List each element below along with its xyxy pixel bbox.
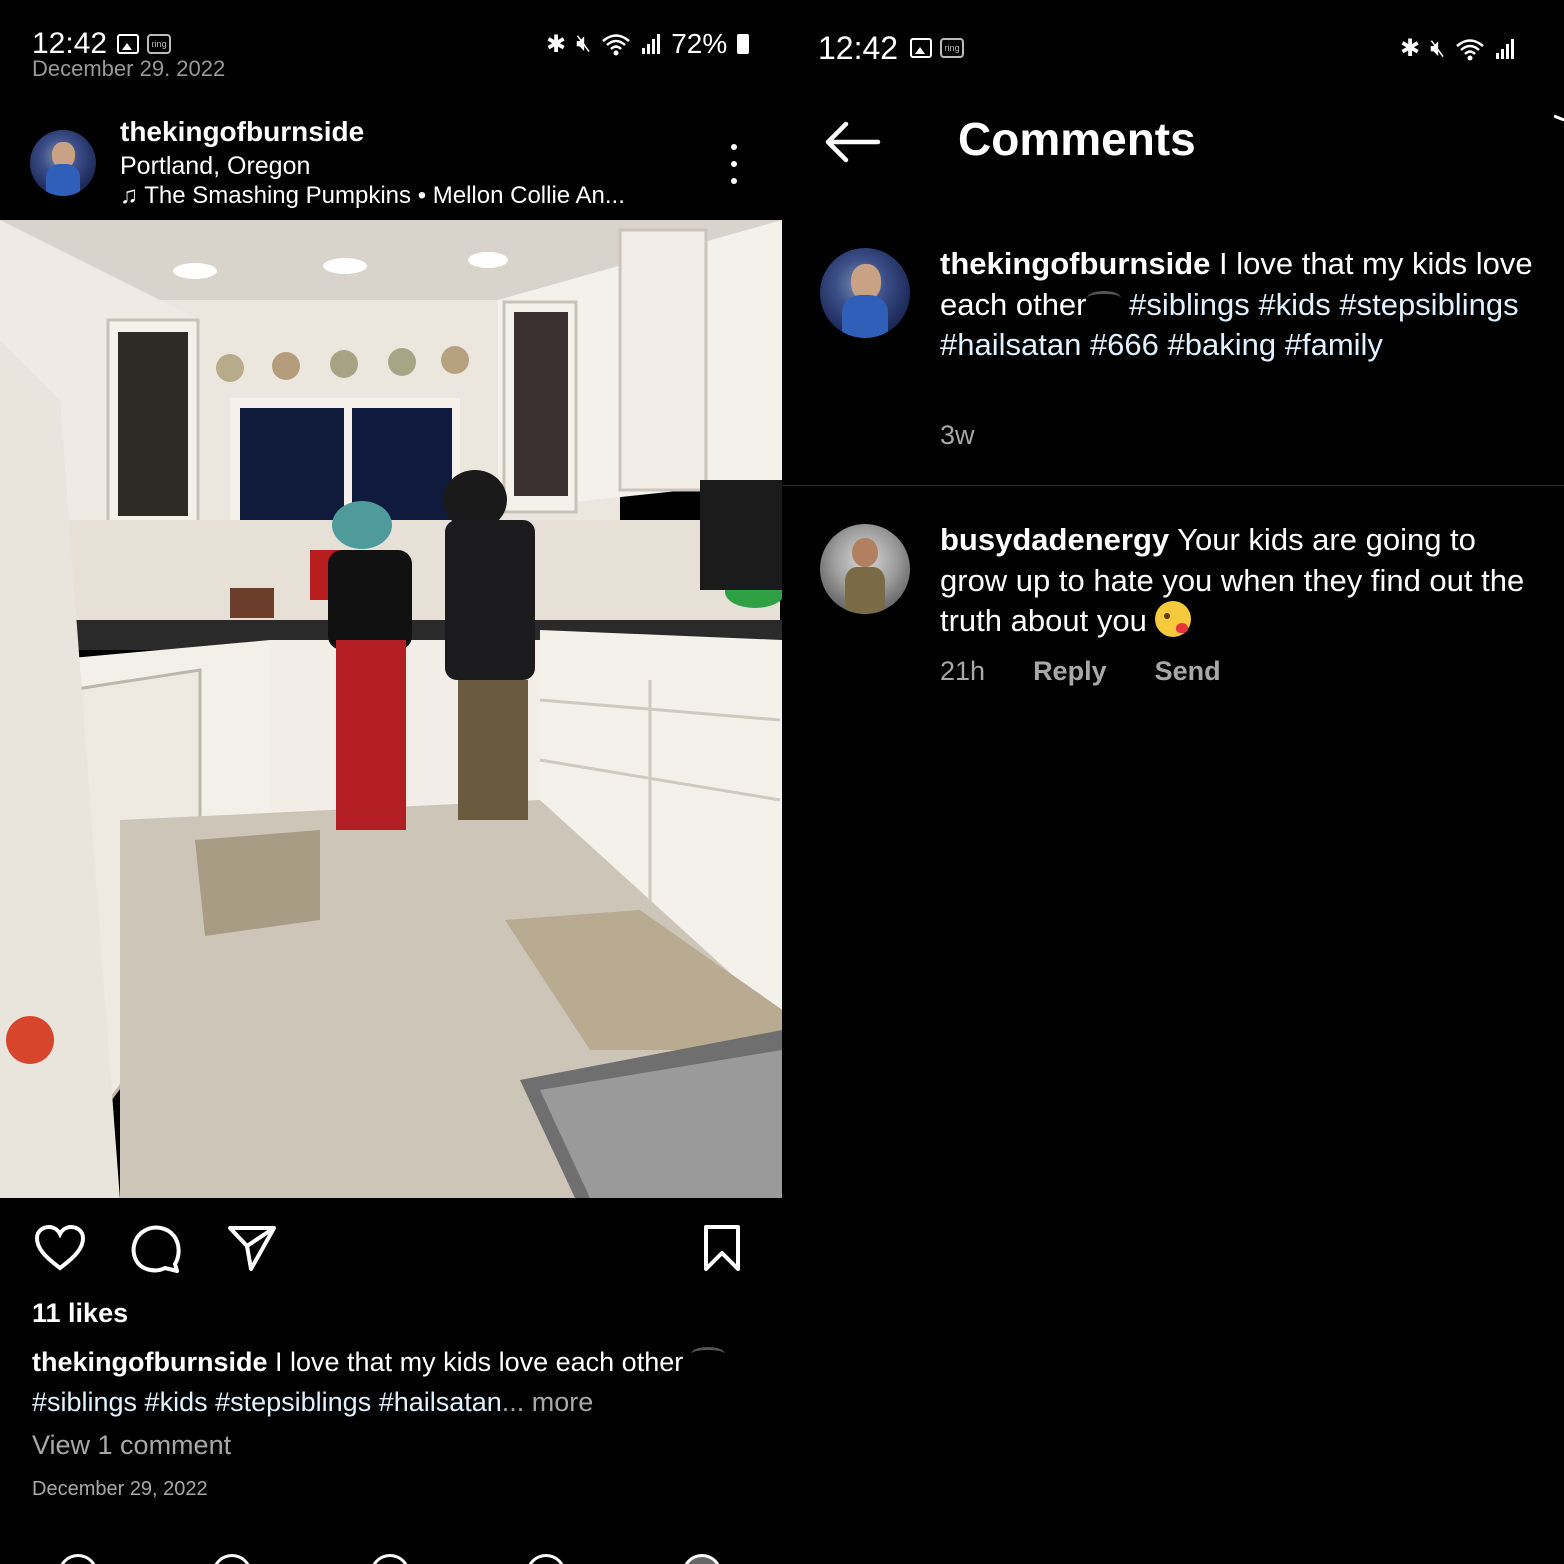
shop-icon[interactable] [526, 1554, 566, 1564]
kitchen-photo [0, 220, 782, 1198]
comment-text: thekingofburnside I love that my kids lo… [940, 244, 1540, 366]
likes-count[interactable]: 11 likes [32, 1298, 128, 1329]
status-bar-right: 12:42 ring [818, 26, 965, 70]
share-button[interactable] [224, 1220, 280, 1276]
reels-icon[interactable] [370, 1554, 410, 1564]
send-icon[interactable] [1554, 114, 1564, 134]
post-music[interactable]: ♫ The Smashing Pumpkins • Mellon Collie … [120, 182, 625, 210]
bottom-nav [0, 1546, 782, 1564]
post-caption[interactable]: thekingofburnside I love that my kids lo… [32, 1342, 762, 1422]
gallery-icon [117, 34, 140, 54]
search-icon[interactable] [212, 1554, 252, 1564]
comment-avatar[interactable] [820, 524, 910, 614]
bluetooth-icon: ✱ [546, 30, 567, 58]
ring-icon: ring [940, 38, 965, 58]
comment-bubble-icon [131, 1225, 181, 1273]
comment-avatar[interactable] [820, 248, 910, 338]
view-comments-link[interactable]: View 1 comment [32, 1430, 231, 1461]
like-button[interactable] [32, 1220, 88, 1276]
post-location[interactable]: Portland, Oregon [120, 152, 310, 181]
bluetooth-icon: ✱ [1400, 35, 1421, 62]
send-button[interactable]: Send [1155, 656, 1221, 687]
post-screen: 12:42 ring ✱ 🔇︎ 72% December 29, 2022 th… [0, 0, 782, 1564]
caption-divider [782, 485, 1564, 486]
battery-icon [737, 34, 750, 54]
mute-icon: 🔇︎ [576, 30, 592, 57]
music-label: The Smashing Pumpkins • Mellon Collie An… [144, 182, 625, 209]
caption-more-link[interactable]: ... more [502, 1387, 594, 1417]
mute-icon: 🔇︎ [1430, 34, 1446, 62]
comment-button[interactable] [128, 1220, 184, 1276]
caption-username[interactable]: thekingofburnside [32, 1347, 268, 1377]
wifi-icon [602, 34, 631, 56]
comments-screen: 12:42 ring ✱ 🔇︎ Comments thekingofburnsi… [782, 0, 1564, 1564]
comment-meta: 3w [940, 420, 975, 451]
paper-plane-icon [228, 1226, 276, 1271]
post-photo[interactable] [0, 220, 782, 1198]
status-icons: ✱ 🔇︎ 72% [546, 28, 750, 60]
reply-button[interactable]: Reply [1033, 656, 1107, 687]
caption-text: I love that my kids love each other [275, 1347, 684, 1377]
kissing-face-emoji [1155, 601, 1192, 637]
bookmark-icon [704, 1225, 740, 1271]
save-button[interactable] [694, 1220, 750, 1276]
status-time-right: 12:42 [818, 29, 899, 66]
music-note-icon: ♫ [120, 182, 138, 209]
scrolled-date: December 29, 2022 [32, 56, 226, 76]
comment-age: 21h [940, 656, 986, 686]
signal-icon [1496, 38, 1515, 59]
battery-percent: 72% [671, 28, 728, 59]
comment-username[interactable]: busydadenergy [940, 522, 1169, 557]
caption-hashtags[interactable]: #siblings #kids #stepsiblings #hailsatan [32, 1387, 502, 1417]
heart-icon [34, 1224, 86, 1271]
wifi-icon [1456, 38, 1485, 60]
comment-age: 3w [940, 420, 975, 450]
home-icon[interactable] [58, 1554, 98, 1564]
black-heart-emoji [1086, 290, 1121, 305]
status-icons-right: ✱ 🔇︎ [1400, 34, 1515, 63]
comments-title: Comments [958, 113, 1196, 165]
more-options-icon[interactable] [724, 144, 744, 184]
post-username[interactable]: thekingofburnside [120, 116, 364, 148]
comment-username[interactable]: thekingofburnside [940, 246, 1210, 281]
post-author-avatar[interactable] [30, 130, 96, 196]
back-button[interactable] [822, 120, 882, 164]
gallery-icon [910, 38, 933, 58]
profile-avatar-icon[interactable] [682, 1554, 722, 1564]
comment-meta: 21h Reply Send [940, 656, 1221, 687]
signal-icon [642, 34, 661, 54]
black-heart-emoji [690, 1347, 725, 1361]
comment-text: busydadenergy Your kids are going to gro… [940, 520, 1540, 642]
back-arrow-icon [825, 121, 881, 163]
post-date: December 29, 2022 [32, 1478, 208, 1500]
ring-icon: ring [147, 34, 172, 54]
